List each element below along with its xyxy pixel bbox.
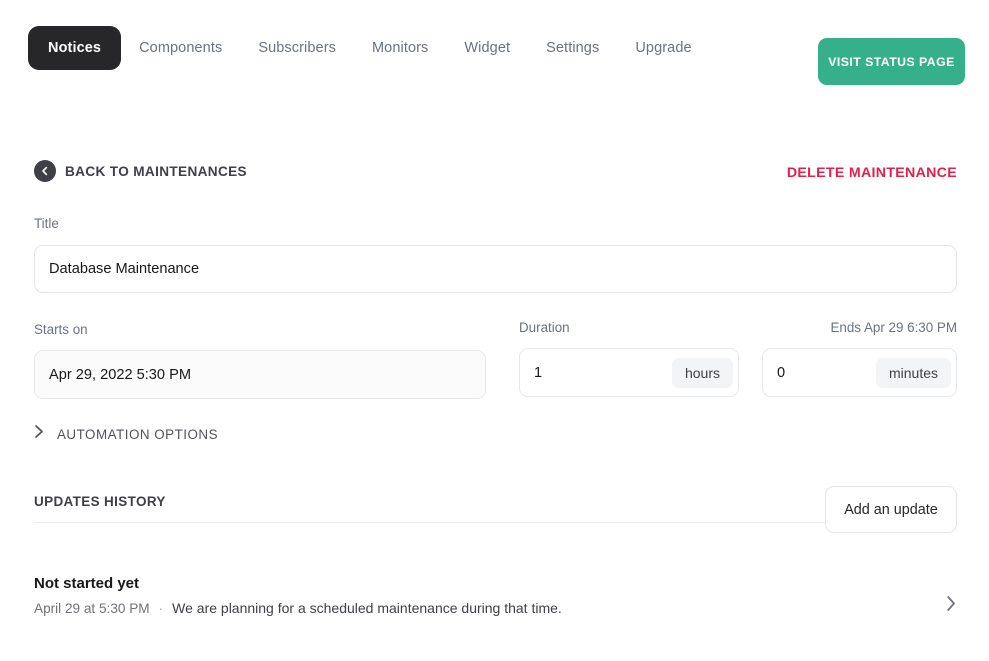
arrow-left-icon — [34, 160, 56, 182]
visit-status-page-button[interactable]: VISIT STATUS PAGE — [818, 38, 965, 85]
update-status: Not started yet — [34, 575, 140, 592]
duration-hours-field[interactable]: hours — [519, 348, 739, 397]
list-item[interactable]: Not started yet April 29 at 5:30 PM · We… — [34, 575, 957, 637]
top-navigation: Notices Components Subscribers Monitors … — [0, 0, 989, 95]
nav-item-subscribers[interactable]: Subscribers — [240, 32, 354, 64]
nav-item-notices[interactable]: Notices — [28, 25, 122, 70]
update-message: We are planning for a scheduled maintena… — [172, 600, 562, 616]
page-actions-row: BACK TO MAINTENANCES DELETE MAINTENANCE — [34, 160, 957, 186]
duration-minutes-input[interactable] — [763, 349, 876, 396]
update-separator: · — [158, 601, 164, 616]
title-input[interactable] — [34, 245, 957, 293]
title-field-label: Title — [34, 216, 59, 231]
section-divider — [34, 522, 957, 523]
back-to-maintenances-link[interactable]: BACK TO MAINTENANCES — [34, 160, 247, 182]
maintenance-detail-page: Notices Components Subscribers Monitors … — [0, 0, 989, 661]
nav-items: Notices Components Subscribers Monitors … — [28, 25, 710, 70]
duration-minutes-suffix: minutes — [875, 357, 951, 388]
nav-item-upgrade[interactable]: Upgrade — [617, 32, 709, 64]
updates-history-heading: UPDATES HISTORY — [34, 494, 166, 509]
nav-item-monitors[interactable]: Monitors — [354, 32, 446, 64]
add-an-update-button[interactable]: Add an update — [825, 486, 957, 533]
nav-item-settings[interactable]: Settings — [528, 32, 617, 64]
ends-at-label: Ends Apr 29 6:30 PM — [830, 320, 957, 335]
delete-maintenance-button[interactable]: DELETE MAINTENANCE — [787, 165, 957, 181]
duration-minutes-field[interactable]: minutes — [762, 348, 957, 397]
automation-options-toggle[interactable]: AUTOMATION OPTIONS — [34, 424, 218, 444]
nav-item-components[interactable]: Components — [121, 32, 240, 64]
back-link-label: BACK TO MAINTENANCES — [65, 163, 247, 179]
update-timestamp: April 29 at 5:30 PM — [34, 601, 150, 616]
starts-on-input[interactable] — [34, 350, 486, 399]
duration-hours-suffix: hours — [671, 357, 733, 388]
chevron-right-icon — [34, 424, 45, 444]
nav-item-widget[interactable]: Widget — [446, 32, 528, 64]
automation-options-label: AUTOMATION OPTIONS — [57, 426, 219, 442]
chevron-right-icon[interactable] — [946, 595, 957, 617]
duration-hours-input[interactable] — [520, 349, 672, 396]
starts-on-label: Starts on — [34, 322, 88, 337]
update-meta: April 29 at 5:30 PM · We are planning fo… — [34, 600, 957, 616]
